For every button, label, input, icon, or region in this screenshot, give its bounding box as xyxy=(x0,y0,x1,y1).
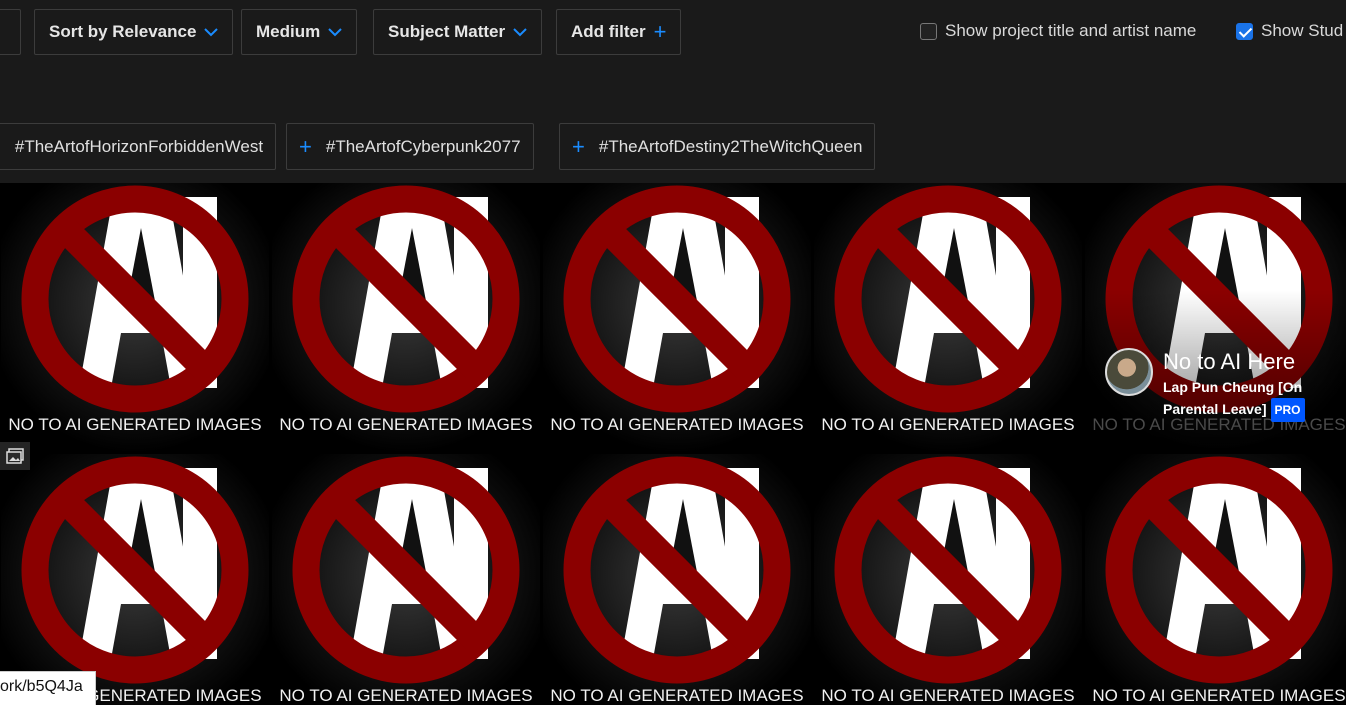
plus-icon: + xyxy=(0,135,1,158)
no-ai-logo xyxy=(563,456,791,684)
sort-label: Sort by Relevance xyxy=(49,22,197,41)
tile-caption: NO TO AI GENERATED IMAGES xyxy=(550,415,804,434)
medium-label: Medium xyxy=(256,22,321,41)
tag-label: #TheArtofDestiny2TheWitchQueen xyxy=(598,136,863,156)
project-tile[interactable]: NO TO AI GENERATED IMAGES xyxy=(543,183,811,451)
show-title-label: Show project title and artist name xyxy=(945,21,1197,40)
subject-matter-dropdown[interactable]: Subject Matter xyxy=(373,9,543,55)
no-ai-logo xyxy=(834,185,1062,413)
tile-caption: NO TO AI GENERATED IMAGES xyxy=(1092,686,1346,705)
chevron-down-icon xyxy=(328,28,342,37)
pro-badge: PRO xyxy=(1270,398,1305,422)
no-ai-logo xyxy=(292,185,520,413)
tag-chip[interactable]: + #TheArtofDestiny2TheWitchQueen xyxy=(559,123,876,170)
project-tile[interactable]: NO TO AI GENERATED IMAGES xyxy=(1085,454,1346,705)
project-tile[interactable]: NO TO AI GENERATED IMAGES xyxy=(814,183,1082,451)
plus-icon: + xyxy=(572,133,585,159)
tag-label: #TheArtofCyberpunk2077 xyxy=(325,136,521,156)
no-ai-logo xyxy=(834,456,1062,684)
project-tile[interactable]: NO TO AI GENERATED IMAGES xyxy=(272,454,540,705)
medium-dropdown[interactable]: Medium xyxy=(241,9,358,55)
tile-caption: NO TO AI GENERATED IMAGES xyxy=(8,415,262,434)
project-tile[interactable]: NO TO AI GENERATED IMAGES No to AI Here … xyxy=(1085,183,1346,451)
chevron-down-icon xyxy=(513,28,527,37)
tag-chip[interactable]: + #TheArtofHorizonForbiddenWest xyxy=(0,123,277,170)
no-ai-logo xyxy=(292,456,520,684)
sort-dropdown[interactable]: Sort by Relevance xyxy=(34,9,234,55)
project-tile[interactable]: NO TO AI GENERATED IMAGES xyxy=(543,454,811,705)
no-ai-logo xyxy=(21,456,249,684)
tile-caption: NO TO AI GENERATED IMAGES xyxy=(821,415,1075,434)
hidden-filter-button[interactable] xyxy=(0,9,21,55)
plus-icon: + xyxy=(653,19,667,44)
project-grid: NO TO AI GENERATED IMAGES NO TO AI GENER… xyxy=(0,183,1346,705)
add-filter-button[interactable]: Add filter + xyxy=(556,9,682,55)
no-ai-logo xyxy=(21,185,249,413)
project-title[interactable]: No to AI Here xyxy=(1163,348,1313,376)
plus-icon: + xyxy=(299,133,312,159)
tile-caption: NO TO AI GENERATED IMAGES xyxy=(279,686,533,705)
show-studio-label: Show Stud xyxy=(1261,21,1344,40)
project-owner: No to AI Here Lap Pun Cheung [On Parenta… xyxy=(1105,348,1313,422)
tile-caption: NO TO AI GENERATED IMAGES xyxy=(821,686,1075,705)
filter-bar: Sort by Relevance Medium Subject Matter … xyxy=(0,0,1346,183)
project-tile[interactable]: NO TO AI GENERATED IMAGES xyxy=(1,454,269,705)
tag-label: #TheArtofHorizonForbiddenWest xyxy=(14,136,264,156)
project-tile[interactable]: NO TO AI GENERATED IMAGES xyxy=(1,183,269,451)
hover-overlay: No to AI Here Lap Pun Cheung [On Parenta… xyxy=(1085,183,1346,451)
gallery-icon xyxy=(0,442,30,470)
owner-name-block: Lap Pun Cheung [On Parental Leave] PRO xyxy=(1163,376,1313,422)
no-ai-logo xyxy=(563,185,791,413)
avatar[interactable] xyxy=(1105,348,1153,396)
tag-chip[interactable]: + #TheArtofCyberpunk2077 xyxy=(286,123,534,170)
status-bar-url: ork/b5Q4Ja xyxy=(0,671,96,705)
project-tile[interactable]: NO TO AI GENERATED IMAGES xyxy=(272,183,540,451)
subject-label: Subject Matter xyxy=(388,22,506,41)
show-title-checkbox[interactable] xyxy=(920,22,937,40)
tile-caption: NO TO AI GENERATED IMAGES xyxy=(550,686,804,705)
show-title-toggle[interactable]: Show project title and artist name xyxy=(920,20,1196,42)
tile-caption: NO TO AI GENERATED IMAGES xyxy=(279,415,533,434)
no-ai-logo xyxy=(1105,456,1333,684)
show-studio-toggle[interactable]: Show Stud xyxy=(1236,20,1343,42)
show-studio-checkbox[interactable] xyxy=(1236,22,1253,40)
project-tile[interactable]: NO TO AI GENERATED IMAGES xyxy=(814,454,1082,705)
add-filter-label: Add filter xyxy=(571,22,646,41)
chevron-down-icon xyxy=(204,28,219,37)
